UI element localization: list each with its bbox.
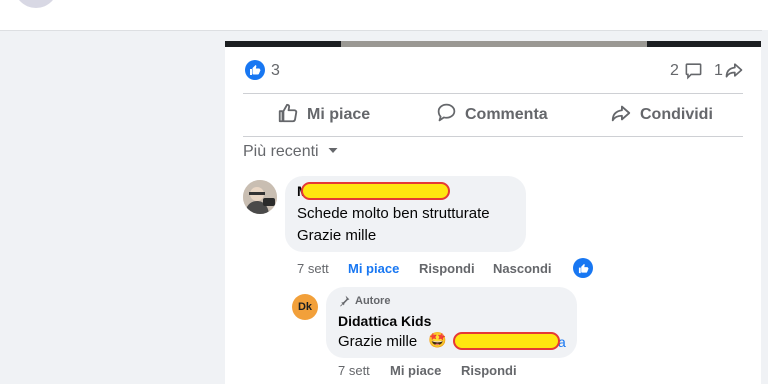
comments-count[interactable]: 2 <box>670 62 679 80</box>
reply-time[interactable]: 7 sett <box>338 363 370 378</box>
shares-count[interactable]: 1 <box>714 62 723 80</box>
reply-like-link[interactable]: Mi piace <box>390 363 441 378</box>
comment-button-label: Commenta <box>465 106 548 123</box>
comment-time[interactable]: 7 sett <box>297 261 329 276</box>
comment-text-line: Grazie mille <box>297 227 377 244</box>
like-button-label: Mi piace <box>307 106 371 123</box>
share-button[interactable]: Condividi <box>610 96 713 134</box>
reactions-count[interactable]: 3 <box>271 62 280 80</box>
reply-reply-link[interactable]: Rispondi <box>461 363 517 378</box>
like-reaction-icon[interactable] <box>245 60 265 80</box>
divider <box>243 93 743 94</box>
top-bar <box>0 0 768 31</box>
star-struck-emoji: 🤩 <box>428 332 447 349</box>
comment-like-link[interactable]: Mi piace <box>348 261 399 276</box>
page-avatar-text: Dk <box>297 301 313 313</box>
share-button-label: Condividi <box>640 106 713 123</box>
like-button[interactable]: Mi piace <box>277 96 370 134</box>
share-icon <box>610 102 632 129</box>
comment-like-reaction-icon[interactable] <box>573 258 593 278</box>
comment-hide-link[interactable]: Nascondi <box>493 261 552 276</box>
commenter-avatar[interactable] <box>243 180 277 214</box>
caret-down-icon <box>327 143 339 161</box>
divider <box>243 136 743 137</box>
microphone-icon <box>338 294 351 312</box>
avatar[interactable] <box>14 0 58 8</box>
redaction-mark <box>301 182 450 200</box>
scrollbar[interactable] <box>762 30 768 384</box>
reply-text: Grazie mille <box>338 333 418 350</box>
post-image-bottom[interactable] <box>225 41 761 47</box>
share-count-icon <box>724 60 744 85</box>
comment-count-icon <box>684 61 703 85</box>
author-badge: Autore <box>355 295 391 307</box>
page-avatar[interactable]: Dk <box>292 294 318 320</box>
comment-reply-link[interactable]: Rispondi <box>419 261 475 276</box>
comment-text-line: Schede molto ben strutturate <box>297 205 490 222</box>
comment-button[interactable]: Commenta <box>436 96 548 134</box>
thumbs-up-icon <box>277 102 299 129</box>
reply-author[interactable]: Didattica Kids <box>338 313 431 329</box>
comment-sort-dropdown[interactable]: Più recenti <box>243 143 339 161</box>
comment-icon <box>436 102 457 128</box>
sort-label: Più recenti <box>243 143 319 160</box>
redaction-mark <box>453 332 560 350</box>
